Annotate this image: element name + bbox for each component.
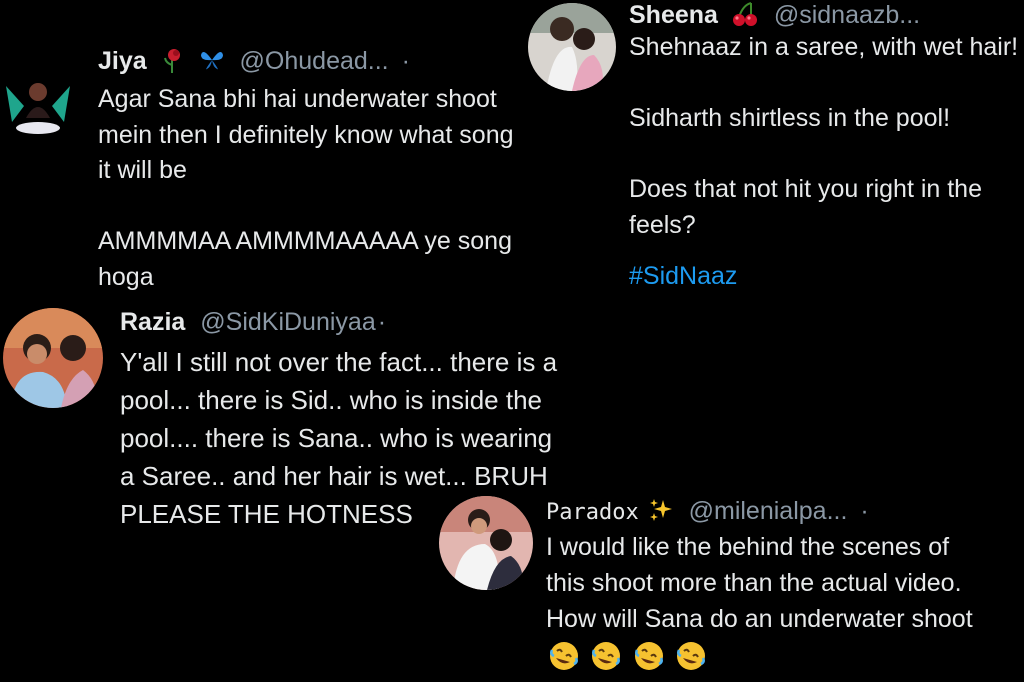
tweet-sheena[interactable]: Sheena @sidnaazb... Shehnaaz in a saree,… [520,0,1024,300]
tweet-razia-header: Razia @SidKiDuniyaa· [120,307,386,337]
avatar-sheena[interactable] [528,3,616,91]
separator-dot: · [401,47,410,75]
sparkles-icon [648,497,674,530]
user-handle[interactable]: @sidnaazb... [774,1,920,29]
rofl-icon [675,640,707,677]
avatar-paradox-image [439,496,533,590]
rofl-icon [548,640,580,677]
user-handle[interactable]: @Ohudead... [240,47,389,75]
avatar-jiya-image [2,66,74,138]
rofl-icon [590,640,622,677]
emoji-row [548,640,707,677]
tweet-paradox-header: Paradox @milenialpa... · [546,496,869,530]
tweet-text: Agar Sana bhi hai underwater shoot mein … [98,85,514,291]
tweet-sheena-header: Sheena @sidnaazb... [629,0,920,34]
avatar-sheena-image [528,3,616,91]
tweet-text: Shehnaaz in a saree, with wet hair! Sidh… [629,33,1019,239]
username[interactable]: Jiya [98,47,147,75]
avatar-razia[interactable] [3,308,103,408]
rofl-icon [633,640,665,677]
avatar-razia-image [3,308,103,408]
username[interactable]: Sheena [629,1,718,29]
tweet-text: I would like the behind the scenes of th… [546,533,973,633]
avatar-jiya[interactable] [2,66,74,138]
username[interactable]: Paradox [546,500,639,525]
avatar-paradox[interactable] [439,496,533,590]
tweet-paradox[interactable]: Paradox @milenialpa... · I would like th… [430,490,1024,682]
username[interactable]: Razia [120,308,185,336]
separator-dot: · [377,308,387,336]
user-handle[interactable]: @milenialpa... [689,497,848,525]
rose-icon [160,47,186,80]
user-handle[interactable]: @SidKiDuniyaa [200,308,375,336]
hashtag-link[interactable]: #SidNaaz [629,259,737,295]
butterfly-icon [199,47,225,80]
tweet-jiya-header: Jiya @Ohudead... · [98,46,410,80]
separator-dot: · [860,497,869,525]
